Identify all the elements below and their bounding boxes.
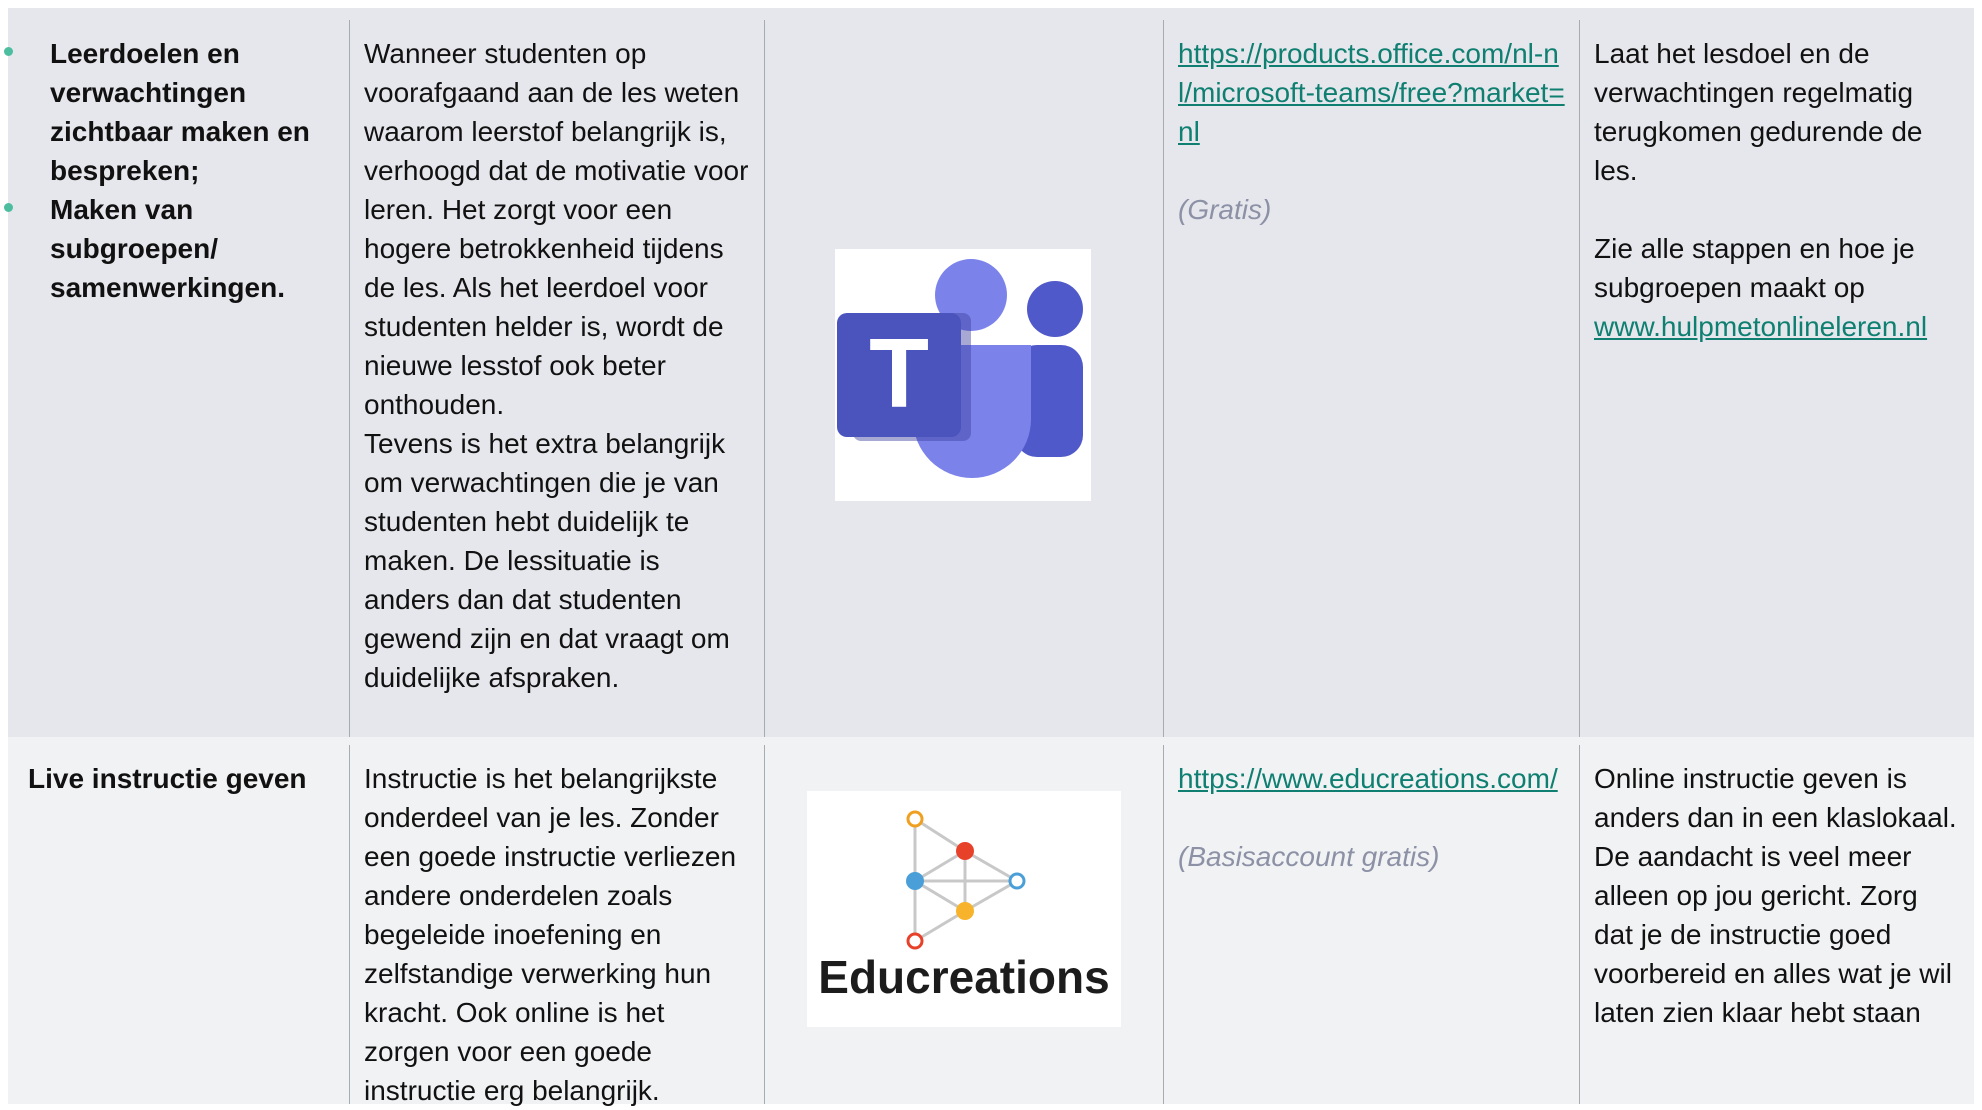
microsoft-teams-icon: T [837, 259, 1083, 478]
microsoft-teams-logo: T [835, 249, 1091, 501]
tip-cell: Online instructie geven is anders dan in… [1579, 745, 1974, 1104]
topic-cell: Live instructie geven [8, 745, 349, 1104]
hulp-link[interactable]: www.hulpmetonlineleren.nl [1594, 311, 1927, 342]
tip-text-2: Zie alle stappen en hoe je subgroepen ma… [1594, 233, 1915, 303]
educreations-logo: Educreations [807, 791, 1121, 1027]
price-label: (Gratis) [1178, 194, 1272, 225]
tip-text: Online instructie geven is anders dan in… [1594, 763, 1957, 1028]
tool-logo-cell: T [764, 20, 1163, 737]
guide-table: Leerdoelen en verwachtingen zichtbaar ma… [4, 8, 1974, 1106]
educreations-wordmark: Educreations [818, 951, 1110, 1003]
topic-title: Live instructie geven [28, 763, 307, 794]
topic-item-goals: Leerdoelen en verwachtingen zichtbaar ma… [4, 34, 337, 190]
topic-list: Leerdoelen en verwachtingen zichtbaar ma… [4, 34, 337, 307]
explanation-paragraph-1: Wanneer studenten op voorafgaand aan de … [364, 38, 749, 420]
topic-item-subgroups: Maken van subgroepen/ samenwerkingen. [4, 190, 337, 307]
tool-logo-cell: Educreations [764, 745, 1163, 1104]
link-cell: https://products.office.com/nl-nl/micros… [1163, 20, 1579, 737]
teams-link[interactable]: https://products.office.com/nl-nl/micros… [1178, 38, 1565, 147]
svg-text:T: T [869, 318, 929, 428]
explanation-cell: Instructie is het belangrijkste onderdee… [349, 745, 764, 1106]
price-label: (Basisaccount gratis) [1178, 841, 1440, 872]
explanation-paragraph-2: Tevens is het extra belangrijk om verwac… [364, 428, 730, 693]
explanation-paragraph: Instructie is het belangrijkste onderdee… [364, 763, 737, 1106]
educreations-link[interactable]: https://www.educreations.com/ [1178, 763, 1558, 794]
explanation-cell: Wanneer studenten op voorafgaand aan de … [349, 20, 764, 737]
link-cell: https://www.educreations.com/ (Basisacco… [1163, 745, 1579, 1104]
tip-text-1: Laat het lesdoel en de verwachtingen reg… [1594, 38, 1923, 186]
table-row-educreations: Live instructie geven Instructie is het … [8, 737, 1974, 1106]
table-row-teams: Leerdoelen en verwachtingen zichtbaar ma… [4, 8, 1974, 737]
topic-cell: Leerdoelen en verwachtingen zichtbaar ma… [4, 20, 349, 737]
tip-cell: Laat het lesdoel en de verwachtingen reg… [1579, 20, 1974, 737]
